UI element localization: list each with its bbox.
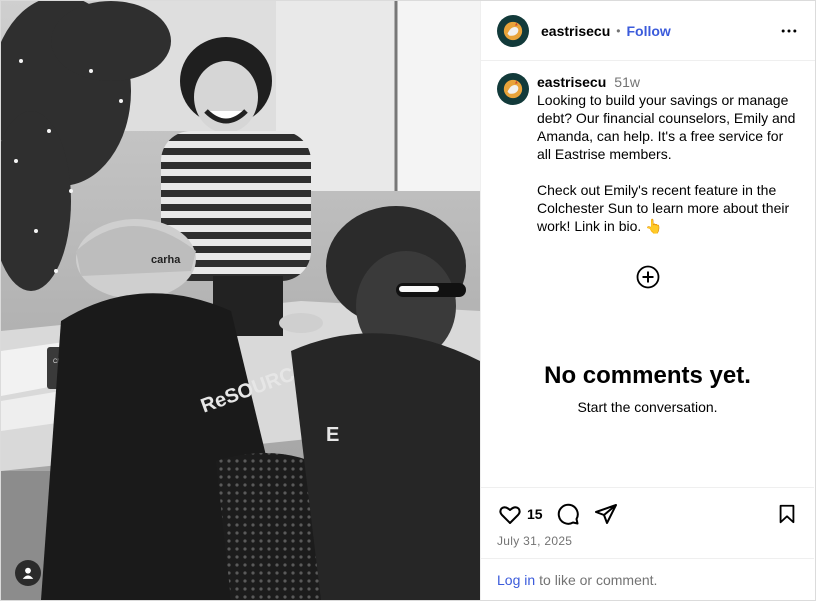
caption-username[interactable]: eastrisecu bbox=[537, 73, 606, 91]
classroom-photo: CREATE carha ReSOURC E bbox=[1, 1, 480, 600]
action-bar: 15 July 31, 2025 bbox=[481, 487, 814, 548]
plus-circle-icon bbox=[636, 265, 660, 289]
post-side-panel: eastrisecu • Follow eastrisecu 51w Looki… bbox=[480, 1, 815, 600]
post-dialog: CREATE carha ReSOURC E bbox=[0, 0, 816, 601]
user-icon bbox=[22, 567, 34, 579]
post-photo[interactable]: CREATE carha ReSOURC E bbox=[1, 1, 480, 600]
like-button[interactable] bbox=[497, 501, 523, 527]
avatar[interactable] bbox=[497, 14, 529, 47]
empty-comments-title: No comments yet. bbox=[544, 362, 751, 389]
heart-icon bbox=[499, 506, 521, 524]
bookmark-icon bbox=[779, 504, 795, 524]
post-date[interactable]: July 31, 2025 bbox=[497, 534, 572, 548]
rooster-logo-icon bbox=[503, 21, 523, 40]
caption: eastrisecu 51w Looking to build your sav… bbox=[481, 61, 815, 235]
login-suffix: to like or comment. bbox=[539, 571, 658, 588]
like-count[interactable]: 15 bbox=[527, 506, 543, 522]
rooster-logo-icon bbox=[503, 79, 523, 99]
follow-button[interactable]: Follow bbox=[626, 23, 670, 39]
login-link[interactable]: Log in bbox=[497, 572, 535, 588]
separator-dot: • bbox=[616, 23, 621, 38]
comment-icon bbox=[557, 503, 579, 525]
comment-button[interactable] bbox=[555, 501, 581, 527]
login-prompt: Log in to like or comment. bbox=[481, 558, 814, 600]
share-icon bbox=[594, 504, 617, 524]
share-button[interactable] bbox=[593, 501, 619, 527]
header-username[interactable]: eastrisecu bbox=[541, 23, 610, 39]
svg-text:E: E bbox=[326, 424, 339, 446]
save-button[interactable] bbox=[774, 501, 800, 527]
more-horizontal-icon bbox=[781, 29, 797, 32]
post-header: eastrisecu • Follow bbox=[481, 1, 815, 61]
empty-comments-subtitle: Start the conversation. bbox=[577, 399, 718, 415]
tagged-users-button[interactable] bbox=[15, 560, 41, 586]
caption-text: Looking to build your savings or manage … bbox=[537, 92, 796, 234]
cap-text: carha bbox=[151, 254, 181, 266]
add-comment-button[interactable] bbox=[636, 265, 660, 289]
post-time[interactable]: 51w bbox=[614, 73, 640, 91]
more-options-button[interactable] bbox=[777, 19, 801, 43]
caption-avatar[interactable] bbox=[497, 73, 529, 105]
